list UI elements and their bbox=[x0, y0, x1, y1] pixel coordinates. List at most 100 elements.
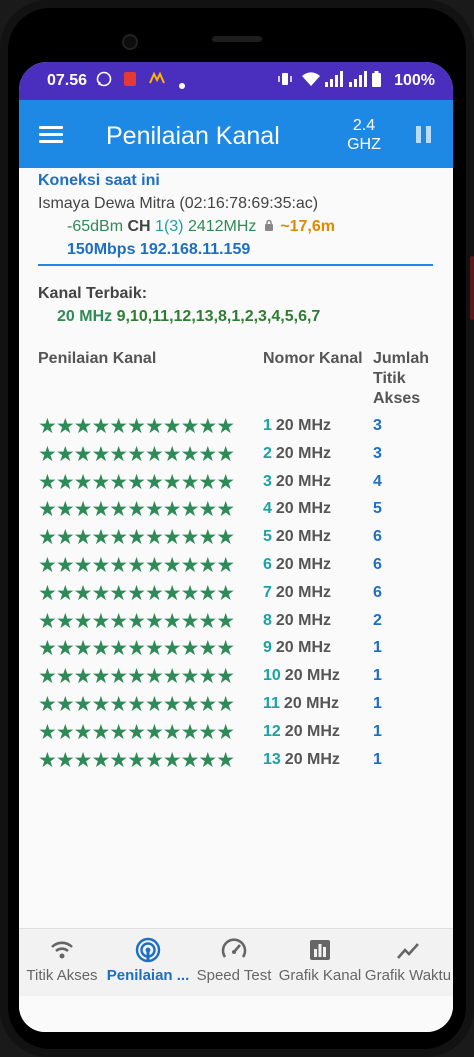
star-rating: ★★★★★★★★★★★ bbox=[38, 415, 235, 438]
channel-cell: 10 20 MHz bbox=[263, 667, 340, 685]
channel-rating-content: Koneksi saat ini Ismaya Dewa Mitra (02:1… bbox=[19, 168, 453, 968]
channel-cell: 12 20 MHz bbox=[263, 723, 340, 741]
channel-cell: 13 20 MHz bbox=[263, 751, 340, 769]
channel-width: 20 MHz bbox=[275, 444, 332, 462]
channel-number: 12 bbox=[263, 722, 281, 740]
channel-number: 3 bbox=[263, 472, 272, 490]
channel-width: 20 MHz bbox=[283, 695, 340, 712]
ap-count: 3 bbox=[373, 417, 382, 434]
ap-count: 1 bbox=[373, 695, 382, 712]
distance-value: ~17,6m bbox=[280, 218, 335, 235]
channel-row: ★★★★★★★★★★★ 4 20 MHz 5 bbox=[19, 498, 453, 526]
channel-cell: 4 20 MHz bbox=[263, 500, 331, 518]
nav-speed-test[interactable]: Speed Test bbox=[191, 937, 277, 984]
side-button bbox=[470, 256, 474, 320]
band-toggle-button[interactable]: 2.4 GHZ bbox=[341, 116, 387, 154]
channel-width: 20 MHz bbox=[284, 667, 340, 685]
band-unit: GHZ bbox=[347, 136, 381, 153]
band-value: 2.4 bbox=[352, 117, 376, 134]
wifi-status-icon bbox=[301, 71, 321, 90]
channel-cell: 11 20 MHz bbox=[263, 695, 339, 713]
channel-row: ★★★★★★★★★★★ 13 20 MHz 1 bbox=[19, 749, 453, 777]
speed-ip: 150Mbps 192.168.11.159 bbox=[67, 241, 251, 258]
channel-row: ★★★★★★★★★★★ 11 20 MHz 1 bbox=[19, 693, 453, 721]
channel-cell: 3 20 MHz bbox=[263, 473, 331, 491]
ap-count: 1 bbox=[373, 750, 382, 768]
channel-cell: 5 20 MHz bbox=[263, 528, 331, 546]
channel-width: 20 MHz bbox=[275, 639, 332, 657]
ap-count: 4 bbox=[373, 472, 382, 490]
channel-row: ★★★★★★★★★★★ 1 20 MHz 3 bbox=[19, 415, 453, 443]
star-rating: ★★★★★★★★★★★ bbox=[38, 498, 235, 522]
nav-penilaian[interactable]: Penilaian ... bbox=[105, 937, 191, 984]
column-header-rating: Penilaian Kanal bbox=[38, 350, 157, 367]
ap-count: 6 bbox=[373, 528, 382, 546]
channel-number: 5 bbox=[263, 528, 272, 546]
channel-row: ★★★★★★★★★★★ 12 20 MHz 1 bbox=[19, 721, 453, 749]
star-rating: ★★★★★★★★★★★ bbox=[38, 470, 235, 494]
channel-row: ★★★★★★★★★★★ 10 20 MHz 1 bbox=[19, 665, 453, 693]
channel-width: 20 MHz bbox=[275, 611, 332, 629]
channel-row: ★★★★★★★★★★★ 9 20 MHz 1 bbox=[19, 637, 453, 665]
channel-row: ★★★★★★★★★★★ 3 20 MHz 4 bbox=[19, 471, 453, 499]
mail-app-icon bbox=[149, 71, 165, 88]
channel-width: 20 MHz bbox=[275, 417, 332, 434]
notification-dot-icon bbox=[179, 76, 185, 92]
ap-count: 2 bbox=[373, 611, 382, 629]
earpiece bbox=[212, 36, 262, 42]
nav-grafik-waktu[interactable]: Grafik Waktu bbox=[363, 937, 453, 984]
channel-number: 6 bbox=[263, 556, 272, 573]
signal-icon-2 bbox=[349, 71, 367, 90]
menu-icon[interactable] bbox=[39, 126, 63, 144]
channel-width: 20 MHz bbox=[284, 722, 340, 740]
rssi-value: -65dBm bbox=[67, 218, 124, 235]
nav-titik-akses[interactable]: Titik Akses bbox=[19, 937, 105, 984]
star-rating: ★★★★★★★★★★★ bbox=[38, 637, 235, 661]
battery-percent: 100% bbox=[394, 72, 435, 89]
current-connection-header: Koneksi saat ini bbox=[38, 172, 160, 189]
wifi-icon bbox=[19, 937, 105, 963]
star-rating: ★★★★★★★★★★★ bbox=[38, 609, 235, 633]
channel-value: 1(3) bbox=[155, 218, 184, 235]
phone-frame: 07.56 100% Penilaian Kanal 2.4 GHZ Konek… bbox=[0, 0, 474, 1057]
column-header-channel: Nomor Kanal bbox=[263, 350, 363, 367]
star-rating: ★★★★★★★★★★★ bbox=[38, 693, 235, 716]
channel-number: 8 bbox=[263, 611, 272, 629]
bar-chart-icon bbox=[277, 937, 363, 963]
best-channel-list: 9,10,11,12,13,8,1,2,3,4,5,6,7 bbox=[116, 308, 321, 325]
channel-number: 9 bbox=[263, 639, 272, 657]
ap-count: 1 bbox=[373, 667, 382, 685]
ap-count: 1 bbox=[373, 639, 382, 657]
nav-grafik-kanal[interactable]: Grafik Kanal bbox=[277, 937, 363, 984]
best-channel-line: 20 MHz 9,10,11,12,13,8,1,2,3,4,5,6,7 bbox=[57, 308, 320, 326]
star-rating: ★★★★★★★★★★★ bbox=[38, 720, 235, 744]
pause-icon[interactable] bbox=[416, 126, 432, 143]
ap-count: 1 bbox=[373, 722, 382, 740]
channel-number: 4 bbox=[263, 500, 272, 518]
channel-width: 20 MHz bbox=[275, 556, 332, 573]
star-rating: ★★★★★★★★★★★ bbox=[38, 665, 235, 689]
divider bbox=[38, 264, 433, 266]
lock-icon bbox=[264, 219, 277, 234]
channel-width: 20 MHz bbox=[275, 583, 332, 601]
ap-count: 6 bbox=[373, 556, 382, 573]
battery-icon bbox=[372, 71, 381, 90]
channel-width: 20 MHz bbox=[275, 528, 332, 546]
channel-number: 2 bbox=[263, 444, 272, 462]
ap-count: 5 bbox=[373, 500, 382, 518]
star-rating: ★★★★★★★★★★★ bbox=[38, 581, 235, 605]
best-channel-label: Kanal Terbaik: bbox=[38, 285, 148, 302]
channel-width: 20 MHz bbox=[284, 750, 340, 768]
channel-cell: 7 20 MHz bbox=[263, 584, 331, 602]
signal-icon-1 bbox=[325, 71, 343, 90]
connection-details: -65dBm CH 1(3) 2412MHz ~17,6m bbox=[67, 218, 335, 236]
channel-width: 20 MHz bbox=[275, 500, 332, 518]
screen: 07.56 100% Penilaian Kanal 2.4 GHZ Konek… bbox=[19, 62, 453, 1032]
whatsapp-icon bbox=[96, 71, 112, 90]
page-title: Penilaian Kanal bbox=[106, 122, 280, 150]
channel-cell: 8 20 MHz bbox=[263, 612, 331, 630]
channel-number: 13 bbox=[263, 750, 281, 768]
gesture-area bbox=[19, 996, 453, 1032]
ap-count: 3 bbox=[373, 444, 382, 462]
channel-label: CH bbox=[127, 218, 151, 235]
